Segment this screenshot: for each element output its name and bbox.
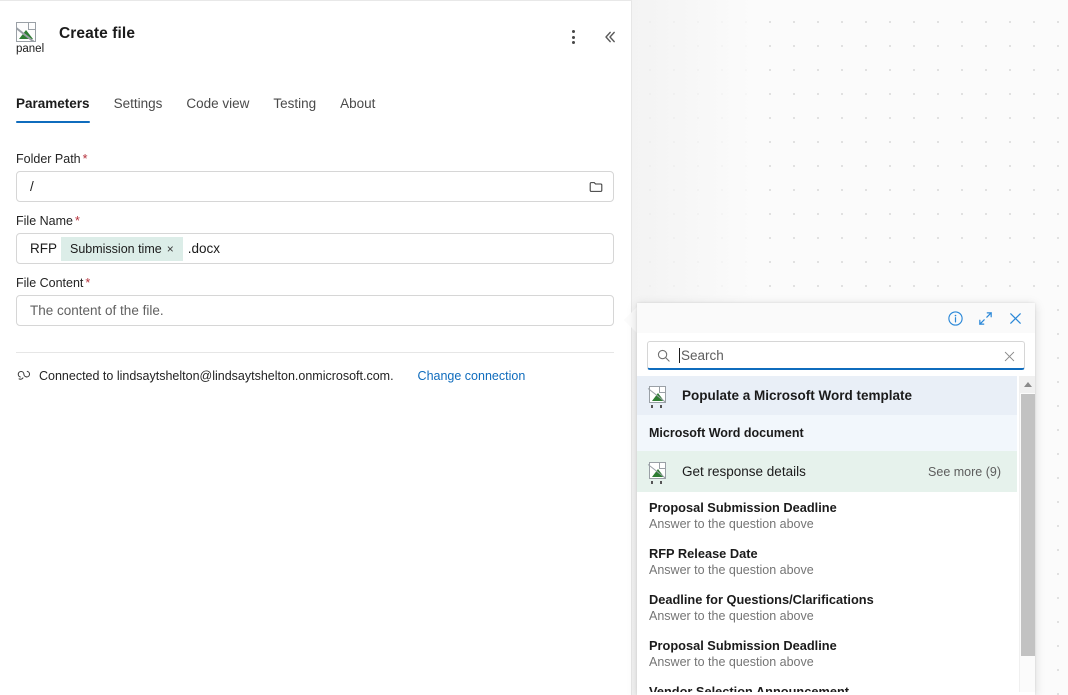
list-item[interactable]: Vendor Selection Announcement Answer to … bbox=[637, 676, 1017, 692]
page-title: Create file bbox=[59, 25, 136, 42]
plug-icon bbox=[16, 368, 31, 383]
action-details-panel: panel Create file Parameters Settings Co… bbox=[0, 0, 632, 695]
caret-up-icon bbox=[1023, 382, 1032, 387]
token-remove-icon[interactable]: × bbox=[167, 242, 174, 256]
folder-path-label: Folder Path * bbox=[16, 152, 614, 166]
close-flyout-button[interactable] bbox=[1001, 306, 1029, 330]
connector-icon-broken-image: panel bbox=[16, 22, 50, 60]
close-icon bbox=[1009, 312, 1021, 324]
list-content: Populate a Microsoft Word template Micro… bbox=[637, 376, 1017, 692]
source-row-get-response-details[interactable]: Get response details See more (9) bbox=[637, 451, 1017, 492]
list-item[interactable]: Deadline for Questions/Clarifications An… bbox=[637, 584, 1017, 630]
group-header-title: Populate a Microsoft Word template bbox=[682, 388, 913, 403]
connection-text: Connected to lindsaytshelton@lindsaytshe… bbox=[39, 368, 394, 383]
broken-image-icon bbox=[16, 22, 36, 42]
group-header-word-template[interactable]: Populate a Microsoft Word template bbox=[637, 376, 1017, 415]
field-folder-path: Folder Path * / bbox=[16, 152, 614, 202]
broken-image-icon bbox=[647, 386, 668, 408]
dynamic-content-list[interactable]: Populate a Microsoft Word template Micro… bbox=[637, 376, 1035, 692]
search-area: Search bbox=[637, 333, 1035, 376]
folder-icon bbox=[589, 182, 603, 192]
panel-top-divider bbox=[0, 0, 632, 1]
connection-status: Connected to lindsaytshelton@lindsaytshe… bbox=[16, 368, 525, 383]
search-clear-button[interactable] bbox=[1000, 347, 1018, 365]
folder-picker-button[interactable] bbox=[585, 176, 607, 198]
info-icon bbox=[947, 310, 963, 326]
expand-diagonal-icon bbox=[978, 311, 992, 325]
source-row-title: Get response details bbox=[682, 464, 806, 479]
tab-settings[interactable]: Settings bbox=[102, 92, 175, 123]
panel-tabs: Parameters Settings Code view Testing Ab… bbox=[16, 92, 387, 123]
file-content-input[interactable]: The content of the file. bbox=[16, 295, 614, 326]
folder-path-label-text: Folder Path bbox=[16, 152, 81, 166]
file-content-label-text: File Content bbox=[16, 276, 84, 290]
search-icon bbox=[656, 348, 671, 363]
see-more-link[interactable]: See more (9) bbox=[928, 465, 1005, 479]
file-content-label: File Content * bbox=[16, 276, 614, 290]
list-item-title: Deadline for Questions/Clarifications bbox=[649, 592, 874, 607]
list-scrollbar[interactable] bbox=[1019, 376, 1035, 692]
file-name-input[interactable]: RFP Submission time × .docx bbox=[16, 233, 614, 264]
list-item-title: Vendor Selection Announcement bbox=[649, 684, 850, 692]
list-item[interactable]: Proposal Submission Deadline Answer to t… bbox=[637, 630, 1017, 676]
list-item-subtitle: Answer to the question above bbox=[649, 517, 814, 531]
form-divider bbox=[16, 352, 614, 353]
list-item-subtitle: Answer to the question above bbox=[649, 563, 814, 577]
broken-image-slash bbox=[17, 26, 35, 41]
clear-icon bbox=[1004, 351, 1014, 361]
list-item[interactable]: RFP Release Date Answer to the question … bbox=[637, 538, 1017, 584]
dynamic-content-token[interactable]: Submission time × bbox=[61, 236, 183, 261]
list-item[interactable]: Proposal Submission Deadline Answer to t… bbox=[637, 492, 1017, 538]
chevron-double-left-icon bbox=[605, 31, 615, 43]
field-file-content: File Content * The content of the file. bbox=[16, 276, 614, 326]
collapse-panel-button[interactable] bbox=[595, 22, 625, 52]
required-asterisk: * bbox=[74, 214, 80, 228]
expand-button[interactable] bbox=[971, 306, 999, 330]
token-label: Submission time bbox=[70, 241, 162, 256]
tab-parameters[interactable]: Parameters bbox=[16, 92, 102, 123]
file-name-suffix-text: .docx bbox=[187, 241, 220, 256]
info-button[interactable] bbox=[941, 306, 969, 330]
file-name-label-text: File Name bbox=[16, 214, 73, 228]
list-item-title: RFP Release Date bbox=[649, 546, 758, 561]
file-content-placeholder: The content of the file. bbox=[30, 303, 164, 318]
list-item-subtitle: Answer to the question above bbox=[649, 609, 814, 623]
panel-header: panel Create file bbox=[0, 14, 632, 66]
more-vertical-icon bbox=[571, 30, 575, 44]
more-options-button[interactable] bbox=[558, 22, 588, 52]
app-root: panel Create file Parameters Settings Co… bbox=[0, 0, 1068, 695]
text-caret bbox=[679, 347, 680, 363]
search-placeholder: Search bbox=[681, 347, 724, 363]
flyout-header bbox=[637, 303, 1035, 333]
connector-icon-alt-text: panel bbox=[16, 43, 45, 55]
tab-about[interactable]: About bbox=[328, 92, 387, 123]
folder-path-input[interactable]: / bbox=[16, 171, 614, 202]
search-input[interactable]: Search bbox=[647, 341, 1025, 370]
scroll-up-button[interactable] bbox=[1020, 376, 1035, 393]
parameters-form: Folder Path * / File Name * RFP Submissi… bbox=[16, 152, 614, 338]
list-item-title: Proposal Submission Deadline bbox=[649, 500, 837, 515]
broken-image-icon bbox=[647, 462, 668, 484]
tab-testing[interactable]: Testing bbox=[261, 92, 328, 123]
folder-path-value: / bbox=[30, 179, 34, 194]
list-item-title: Proposal Submission Deadline bbox=[649, 638, 837, 653]
required-asterisk: * bbox=[85, 276, 91, 290]
dynamic-content-flyout: Search Populate a Microsoft Word templat… bbox=[637, 303, 1035, 695]
file-name-label: File Name * bbox=[16, 214, 614, 228]
file-name-prefix-text: RFP bbox=[30, 241, 57, 256]
required-asterisk: * bbox=[82, 152, 88, 166]
tab-code-view[interactable]: Code view bbox=[174, 92, 261, 123]
scrollbar-thumb[interactable] bbox=[1021, 394, 1035, 656]
field-file-name: File Name * RFP Submission time × .docx bbox=[16, 214, 614, 264]
change-connection-link[interactable]: Change connection bbox=[418, 369, 526, 383]
subsection-header: Microsoft Word document bbox=[637, 415, 1017, 451]
list-item-subtitle: Answer to the question above bbox=[649, 655, 814, 669]
